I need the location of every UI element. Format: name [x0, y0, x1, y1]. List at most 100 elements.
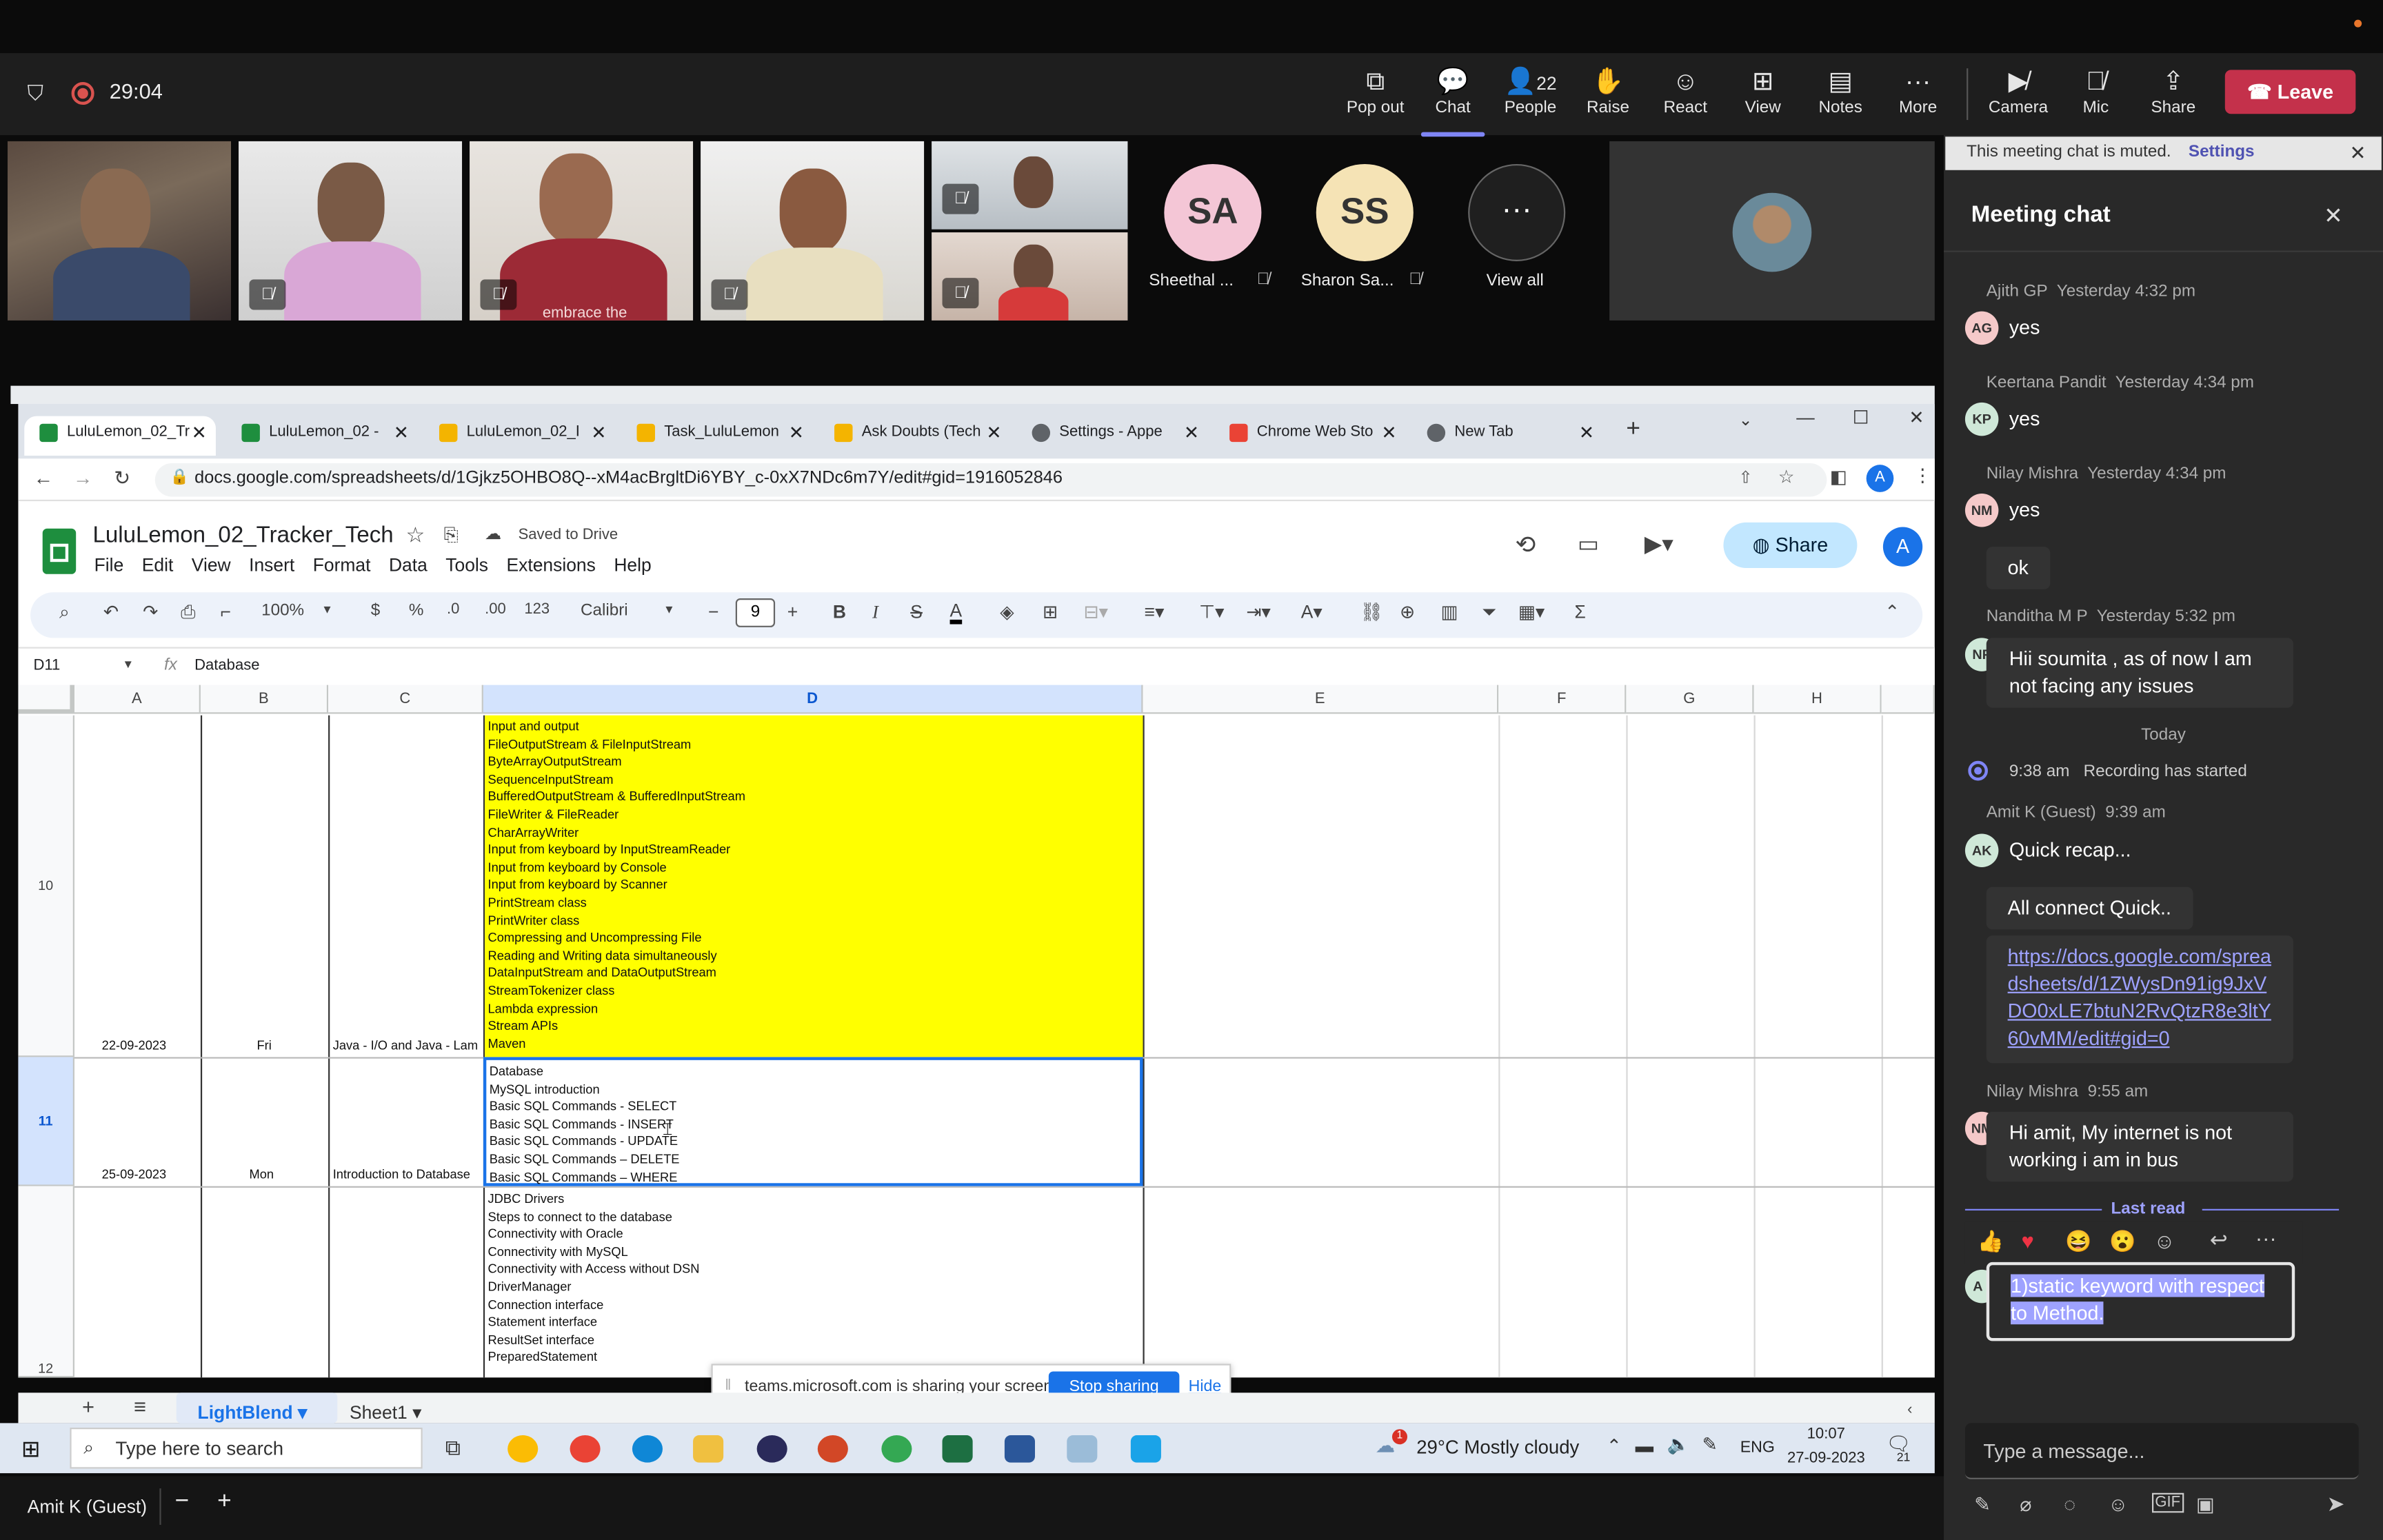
functions-icon[interactable]: Σ: [1574, 601, 1585, 622]
row-header[interactable]: 11: [18, 1057, 75, 1186]
tray-chevron-icon[interactable]: ⌃: [1607, 1435, 1622, 1457]
windows-start-icon[interactable]: ⊞: [21, 1435, 41, 1462]
menu-edit[interactable]: Edit: [142, 554, 174, 576]
merge-icon[interactable]: ⊟▾: [1084, 601, 1108, 622]
add-sheet-icon[interactable]: +: [82, 1395, 94, 1419]
url-bar[interactable]: 🔒 docs.google.com/spreadsheets/d/1Gjkz5O…: [154, 463, 1827, 497]
pen-icon[interactable]: ✎: [1702, 1434, 1718, 1455]
column-header[interactable]: F: [1498, 685, 1627, 714]
decrease-decimal-button[interactable]: .0: [447, 601, 459, 618]
edge-icon[interactable]: [632, 1435, 663, 1463]
cell-topic[interactable]: Java - I/O and Java - Lam: [333, 1037, 482, 1055]
format-icon[interactable]: ✎: [1974, 1493, 1991, 1517]
name-box[interactable]: D11: [33, 658, 60, 674]
sheet-tab-active[interactable]: LightBlend ▾: [176, 1392, 338, 1424]
align-icon[interactable]: ≡▾: [1145, 601, 1165, 622]
forward-icon[interactable]: →: [73, 466, 93, 489]
column-header[interactable]: [1881, 685, 1935, 714]
menu-insert[interactable]: Insert: [249, 554, 294, 576]
cell-d11-selected[interactable]: Database MySQL introduction Basic SQL Comm…: [483, 1057, 1143, 1186]
back-icon[interactable]: ←: [33, 466, 53, 489]
taskbar-search[interactable]: ⌕ Type here to search: [70, 1428, 423, 1469]
undo-icon[interactable]: ↶: [103, 601, 119, 622]
clock-date[interactable]: 27-09-2023: [1787, 1450, 1865, 1467]
chrome-icon[interactable]: [570, 1435, 601, 1463]
message-input[interactable]: Type a message...: [1964, 1423, 2359, 1479]
video-tile[interactable]: embrace the 🎙̸: [470, 141, 694, 321]
column-header[interactable]: G: [1626, 685, 1754, 714]
selected-message[interactable]: 1)static keyword with respect to Method.: [1986, 1262, 2295, 1341]
collapse-icon[interactable]: ⌃: [1884, 601, 1900, 622]
strikethrough-icon[interactable]: S: [910, 601, 923, 622]
avatar[interactable]: AK: [1964, 833, 1999, 868]
print-icon[interactable]: ⎙: [181, 601, 195, 624]
mic-button[interactable]: 🎙̸ Mic: [2058, 65, 2133, 126]
menu-data[interactable]: Data: [389, 554, 428, 576]
video-tile[interactable]: 🎙̸: [701, 141, 925, 321]
select-all-corner[interactable]: [18, 685, 75, 714]
column-header[interactable]: A: [74, 685, 201, 714]
video-tile[interactable]: 🎙̸: [932, 141, 1128, 230]
account-avatar[interactable]: A: [1882, 527, 1923, 567]
notes-button[interactable]: ▤ Notes: [1802, 65, 1878, 126]
valign-icon[interactable]: ⊤▾: [1199, 601, 1224, 622]
insert-comment-icon[interactable]: ⊕: [1400, 601, 1415, 622]
row-header[interactable]: 12: [18, 1186, 75, 1378]
currency-button[interactable]: $: [371, 601, 381, 619]
formula-input[interactable]: Database: [194, 658, 259, 674]
app-icon[interactable]: [1067, 1435, 1098, 1463]
text-color-icon[interactable]: A: [949, 601, 963, 625]
browser-tab[interactable]: LuluLemon_02_I ✕: [424, 416, 616, 456]
loop-icon[interactable]: ◌: [2064, 1493, 2075, 1516]
close-icon[interactable]: ✕: [1381, 416, 1396, 449]
chart-icon[interactable]: ▥: [1440, 601, 1458, 622]
column-header[interactable]: C: [328, 685, 483, 714]
cell-date[interactable]: 22-09-2023: [102, 1037, 167, 1055]
share-button[interactable]: ⇪ Share: [2135, 65, 2211, 126]
volume-icon[interactable]: 🔈: [1667, 1434, 1690, 1455]
menu-view[interactable]: View: [192, 554, 231, 576]
surprised-icon[interactable]: 😮: [2109, 1228, 2135, 1254]
chevron-down-icon[interactable]: ▾: [125, 656, 132, 673]
star-icon[interactable]: ☆: [405, 523, 425, 548]
minimize-icon[interactable]: —: [1796, 407, 1814, 428]
leave-button[interactable]: ☎ Leave: [2224, 70, 2356, 114]
bold-icon[interactable]: B: [833, 601, 846, 622]
video-tile[interactable]: 🎙̸: [239, 141, 463, 321]
close-icon[interactable]: ✕: [1579, 416, 1594, 449]
zoom-out-icon[interactable]: −: [174, 1488, 189, 1516]
close-icon[interactable]: ✕: [789, 416, 804, 449]
filter-icon[interactable]: ⏷: [1482, 601, 1496, 624]
cell-day[interactable]: Mon: [249, 1166, 274, 1184]
drag-handle-icon[interactable]: ‖: [725, 1377, 731, 1394]
more-options-icon[interactable]: ···: [2255, 1226, 2277, 1250]
sheet-tab[interactable]: Sheet1 ▾: [350, 1402, 422, 1424]
menu-help[interactable]: Help: [614, 554, 651, 576]
camera-button[interactable]: ▶︎̸ Camera: [1980, 65, 2056, 126]
menu-extensions[interactable]: Extensions: [506, 554, 595, 576]
popout-button[interactable]: ⧉ Pop out: [1338, 65, 1414, 126]
minus-icon[interactable]: −: [708, 601, 718, 622]
number-format-button[interactable]: 123: [524, 601, 550, 618]
close-chat-icon[interactable]: ✕: [2324, 202, 2343, 229]
column-header[interactable]: B: [200, 685, 329, 714]
browser-tab[interactable]: Task_LuluLemon ✕: [621, 416, 813, 456]
all-sheets-icon[interactable]: ≡: [134, 1395, 146, 1419]
close-icon[interactable]: ✕: [1184, 416, 1199, 449]
video-tile[interactable]: 🎙̸: [932, 232, 1128, 321]
browser-tab[interactable]: Ask Doubts (Tech ✕: [819, 416, 1011, 456]
emoji-icon[interactable]: ☺: [2108, 1493, 2128, 1516]
folder-icon[interactable]: ⎘: [444, 524, 459, 547]
react-button[interactable]: ☺ React: [1647, 65, 1723, 126]
chevron-down-icon[interactable]: ⌄: [1738, 410, 1752, 429]
zoom-in-icon[interactable]: +: [217, 1488, 232, 1516]
thumbs-up-icon[interactable]: 👍: [1978, 1228, 2004, 1254]
sheets-share-button[interactable]: ◍ Share: [1723, 522, 1858, 568]
avatar[interactable]: KP: [1964, 402, 1999, 436]
increase-decimal-button[interactable]: .00: [485, 601, 506, 618]
cell-day[interactable]: Fri: [257, 1037, 271, 1055]
share-page-icon[interactable]: ⇧: [1738, 468, 1752, 487]
font-select[interactable]: Calibri: [581, 601, 628, 619]
wrap-icon[interactable]: ⇥▾: [1246, 601, 1270, 622]
kebab-menu-icon[interactable]: ⋮: [1913, 465, 1931, 486]
